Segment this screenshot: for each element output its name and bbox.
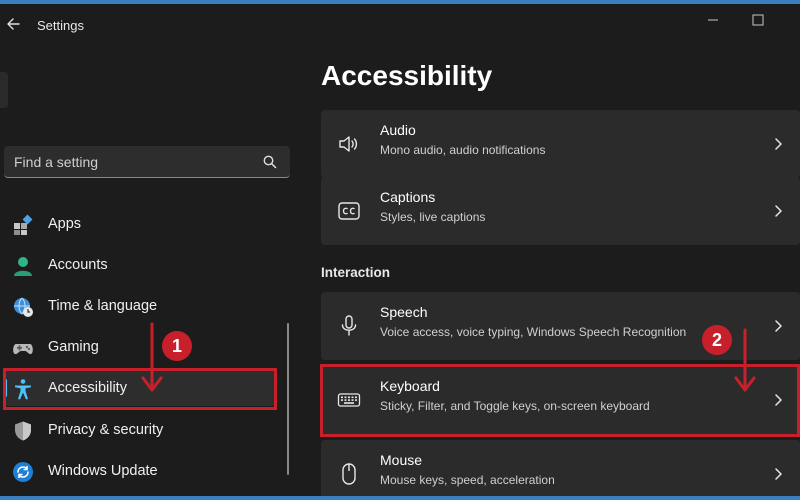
card-title: Audio xyxy=(380,122,416,138)
page-title: Accessibility xyxy=(321,60,493,91)
apps-icon xyxy=(14,214,33,235)
accounts-icon xyxy=(14,257,32,276)
card-title: Mouse xyxy=(380,452,423,468)
card-title: Captions xyxy=(380,189,436,205)
section-heading-interaction: Interaction xyxy=(321,265,391,280)
chevron-right-icon xyxy=(775,138,782,150)
step-1-badge: 1 xyxy=(162,331,192,361)
globe-clock-icon xyxy=(14,297,33,317)
arrow-down-icon xyxy=(141,322,163,392)
captions-card[interactable]: Captions Styles, live captions xyxy=(321,177,800,245)
card-description: Voice access, voice typing, Windows Spee… xyxy=(380,325,687,339)
window-bottom-border xyxy=(0,496,800,500)
minimize-icon xyxy=(708,19,718,21)
keyboard-highlight-box xyxy=(320,364,800,437)
maximize-icon xyxy=(752,14,764,26)
sidebar-item-time-language[interactable]: Time & language xyxy=(4,288,276,324)
audio-card[interactable]: Audio Mono audio, audio notifications xyxy=(321,110,800,178)
sidebar-item-accounts[interactable]: Accounts xyxy=(4,247,276,283)
card-description: Mouse keys, speed, acceleration xyxy=(380,473,555,487)
microphone-icon xyxy=(341,315,357,336)
title-bar: Settings xyxy=(0,4,800,48)
app-title: Settings xyxy=(37,18,84,33)
search-box[interactable]: Find a setting xyxy=(4,146,290,178)
card-description: Mono audio, audio notifications xyxy=(380,143,546,157)
cc-icon xyxy=(338,202,360,220)
search-icon[interactable] xyxy=(262,154,278,170)
sidebar-scrollbar[interactable] xyxy=(287,323,289,475)
sidebar-item-windows-update[interactable]: Windows Update xyxy=(4,453,276,489)
update-icon xyxy=(13,462,33,482)
shield-icon xyxy=(15,421,31,441)
minimize-button[interactable] xyxy=(703,10,723,30)
search-input[interactable]: Find a setting xyxy=(14,154,98,170)
sidebar-item-privacy-security[interactable]: Privacy & security xyxy=(4,412,276,448)
card-description: Styles, live captions xyxy=(380,210,486,224)
card-title: Speech xyxy=(380,304,428,320)
back-arrow-icon xyxy=(7,18,20,30)
sidebar-item-apps[interactable]: Apps xyxy=(4,206,276,242)
account-card-edge[interactable] xyxy=(0,72,8,108)
sidebar-item-label: Windows Update xyxy=(48,463,158,479)
sidebar-item-label: Accounts xyxy=(48,257,108,273)
gamepad-icon xyxy=(13,344,33,355)
sidebar-item-label: Apps xyxy=(48,216,82,232)
back-button[interactable] xyxy=(4,14,24,34)
maximize-button[interactable] xyxy=(748,10,768,30)
sidebar-item-label: Gaming xyxy=(48,339,99,355)
chevron-right-icon xyxy=(775,205,782,217)
chevron-right-icon xyxy=(775,320,782,332)
sidebar-item-label: Privacy & security xyxy=(48,422,164,438)
mouse-card[interactable]: Mouse Mouse keys, speed, acceleration xyxy=(321,440,800,500)
step-2-badge: 2 xyxy=(702,325,732,355)
chevron-right-icon xyxy=(775,468,782,480)
speaker-icon xyxy=(339,136,358,152)
arrow-down-icon xyxy=(734,328,756,392)
mouse-icon xyxy=(342,463,356,485)
sidebar-item-label: Time & language xyxy=(48,298,158,314)
